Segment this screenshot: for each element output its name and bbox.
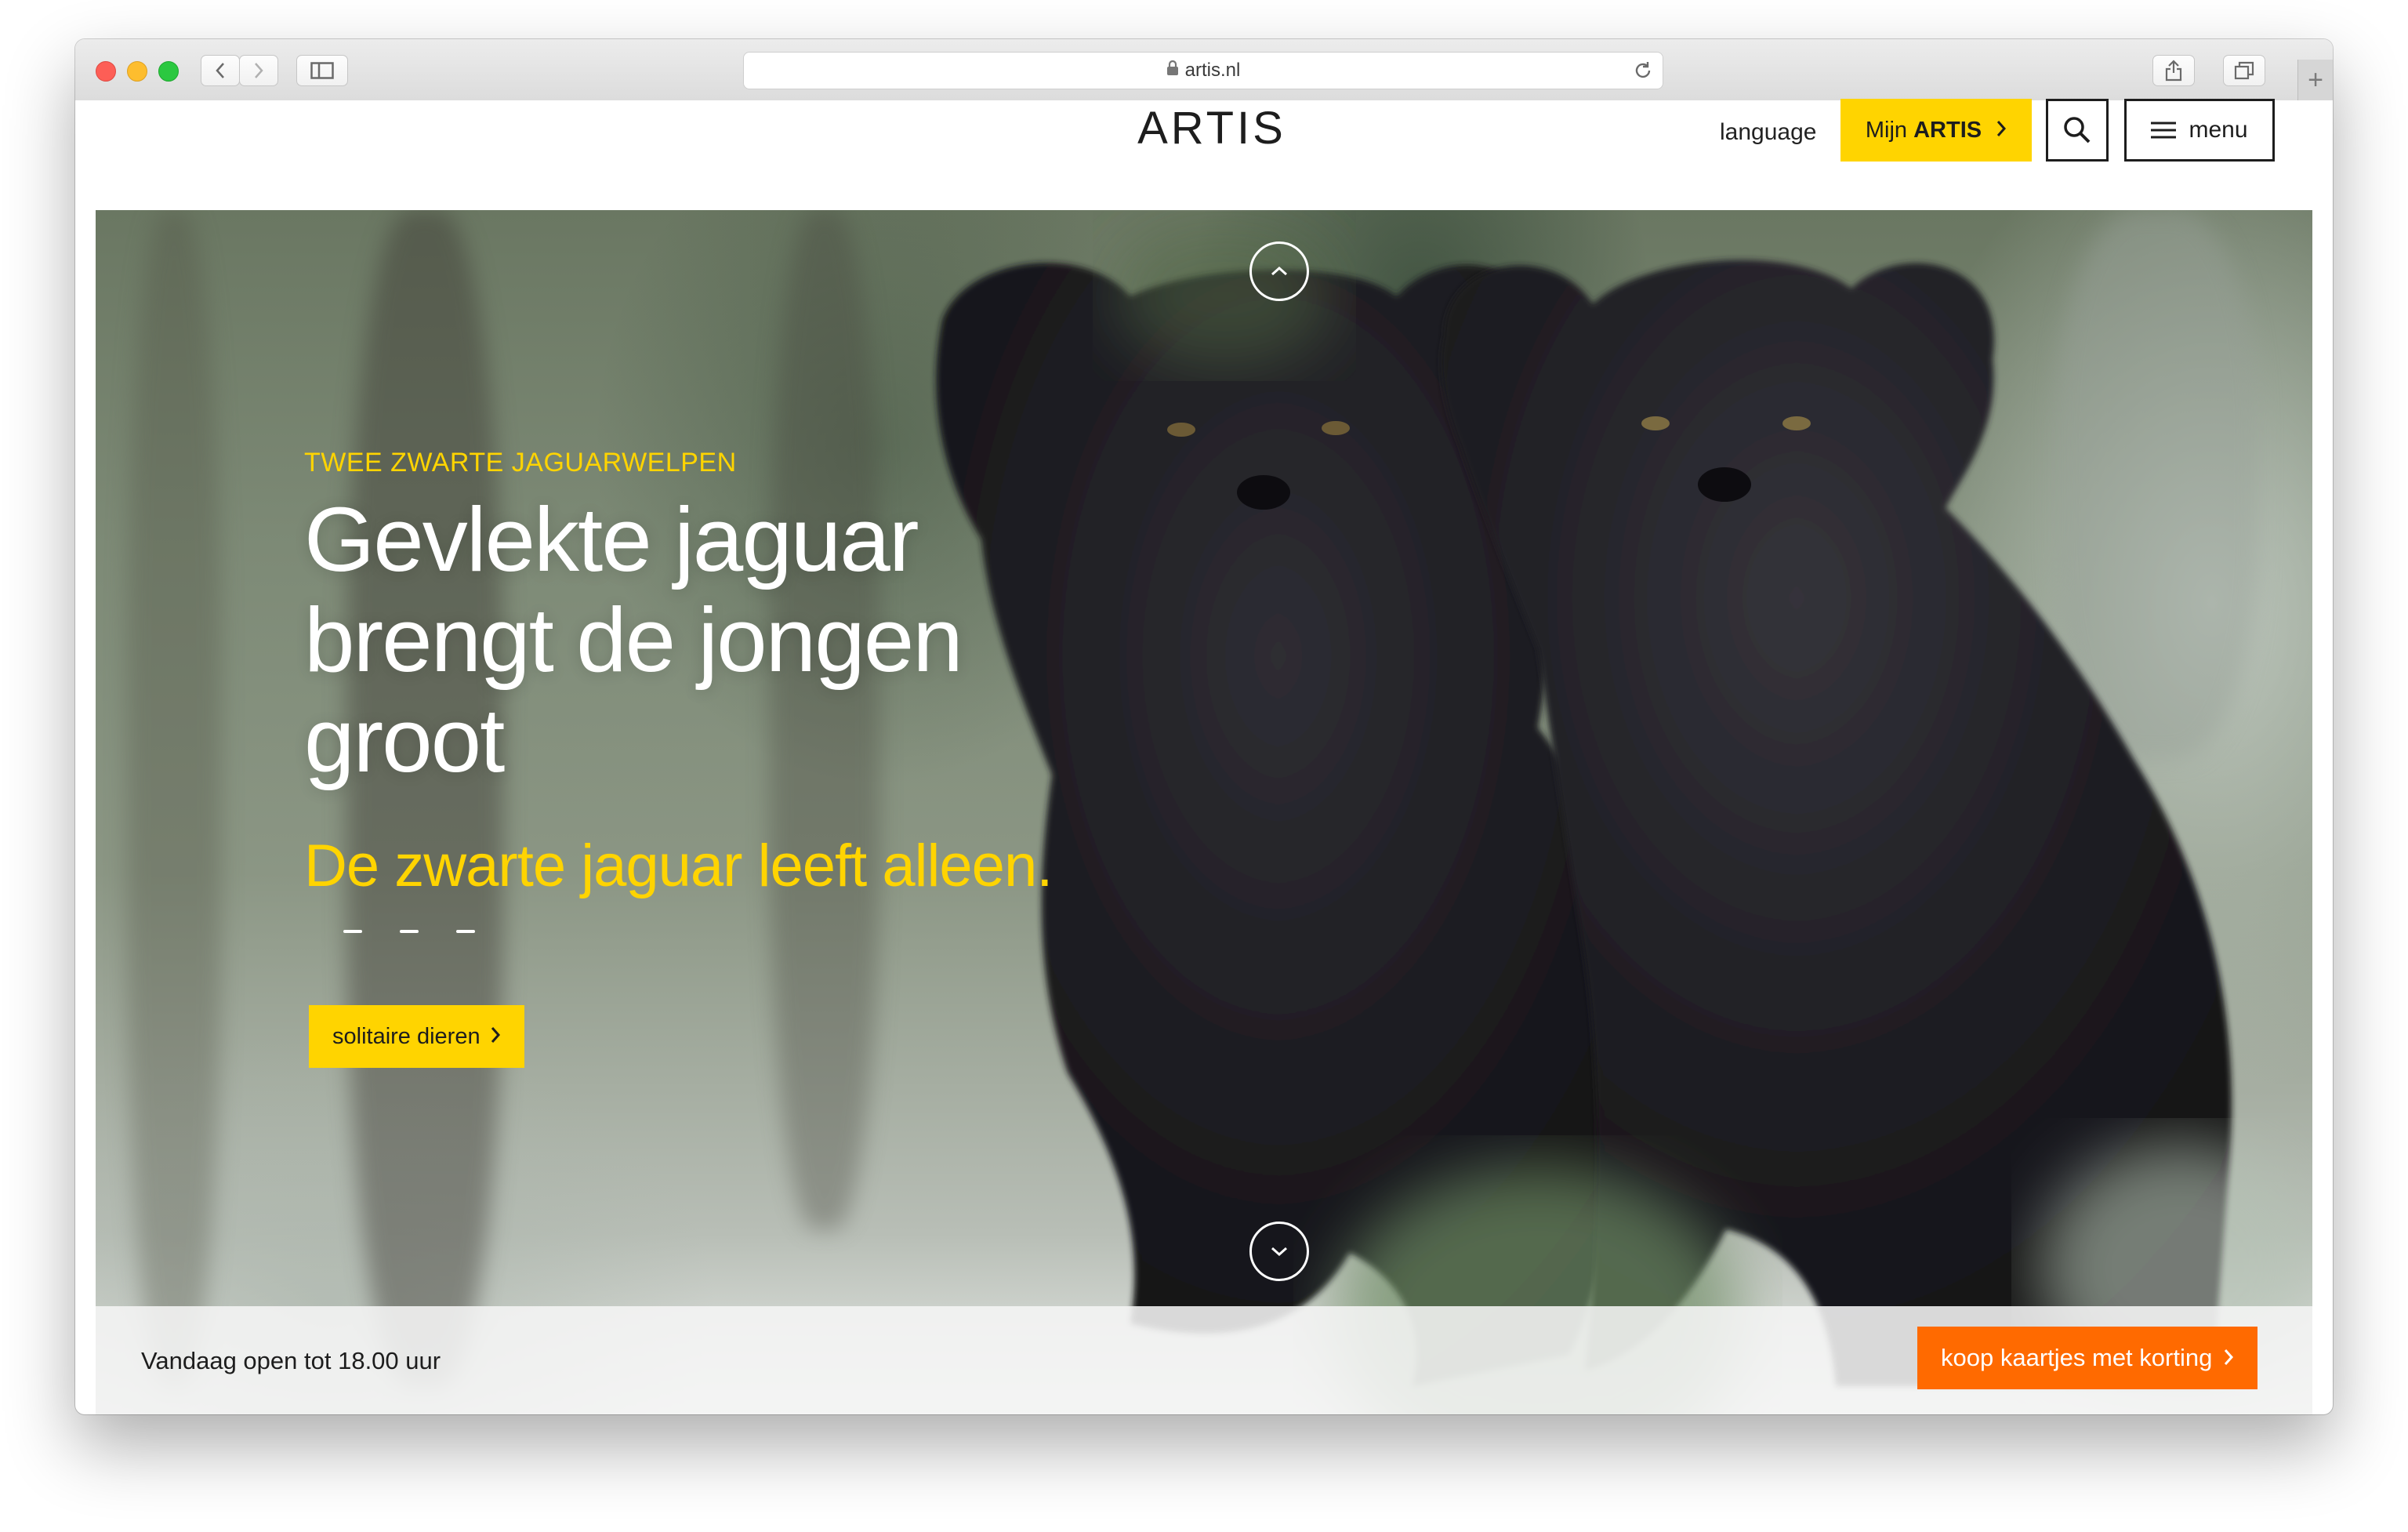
hero-text-block: TWEE ZWARTE JAGUARWELPEN Gevlekte jaguar… [304,447,1166,902]
hero-headline: Gevlekte jaguar brengt de jongen groot [304,488,963,791]
back-button[interactable] [201,55,240,86]
language-link[interactable]: language [1720,119,1816,146]
tabs-icon [2234,61,2254,80]
hero-banner: TWEE ZWARTE JAGUARWELPEN Gevlekte jaguar… [96,210,2312,1414]
buy-tickets-button[interactable]: koop kaartjes met korting [1917,1327,2258,1389]
zoom-window-button[interactable] [158,61,179,82]
scroll-up-button[interactable] [1249,241,1309,301]
hero-eyebrow: TWEE ZWARTE JAGUARWELPEN [304,448,737,477]
menu-button[interactable]: menu [2124,99,2275,162]
new-tab-button[interactable]: + [2297,60,2333,100]
background-tree [127,210,221,1386]
sidebar-button[interactable] [296,55,348,86]
address-bar[interactable]: artis.nl [743,52,1663,89]
lock-icon [1166,60,1179,82]
browser-toolbar: artis.nl + [75,39,2333,102]
mijn-artis-prefix: Mijn [1865,117,1914,143]
chevron-right-icon [1996,118,2007,143]
slide-dot[interactable] [456,930,475,933]
chevron-right-icon [2223,1344,2234,1372]
artis-logo[interactable]: ARTIS [1133,105,1290,152]
slide-dot[interactable] [343,930,362,933]
browser-window: artis.nl + ARTIS language Mijn ARTIS men… [75,39,2333,1414]
solitaire-dieren-button[interactable]: solitaire dieren [309,1005,524,1068]
share-icon [2165,60,2182,82]
sidebar-icon [310,62,334,79]
search-button[interactable] [2046,99,2109,162]
chevron-down-icon [1271,1247,1287,1257]
slide-dot[interactable] [400,930,419,933]
cta-label: solitaire dieren [332,1023,481,1049]
opening-hours-text: Vandaag open tot 18.00 uur [141,1347,441,1374]
hamburger-icon [2151,122,2177,139]
chevron-right-icon [490,1024,501,1050]
hero-tagline: De zwarte jaguar leeft alleen. [304,833,1053,899]
share-button[interactable] [2152,55,2195,86]
search-icon [2064,117,2091,143]
reload-icon[interactable] [1633,60,1653,85]
tickets-label: koop kaartjes met korting [1941,1344,2213,1371]
back-icon [216,63,224,78]
minimize-window-button[interactable] [127,61,147,82]
forward-button[interactable] [239,55,278,86]
chevron-up-icon [1271,266,1287,276]
mijn-artis-button[interactable]: Mijn ARTIS [1840,99,2032,162]
url-text: artis.nl [1184,60,1241,81]
menu-label: menu [2189,117,2248,143]
mijn-artis-strong: ARTIS [1913,117,1982,143]
opening-info-bar: Vandaag open tot 18.00 uur koop kaartjes… [96,1306,2312,1414]
close-window-button[interactable] [96,61,116,82]
tabs-overview-button[interactable] [2223,55,2265,86]
forward-icon [255,63,263,78]
scroll-down-button[interactable] [1249,1222,1309,1281]
